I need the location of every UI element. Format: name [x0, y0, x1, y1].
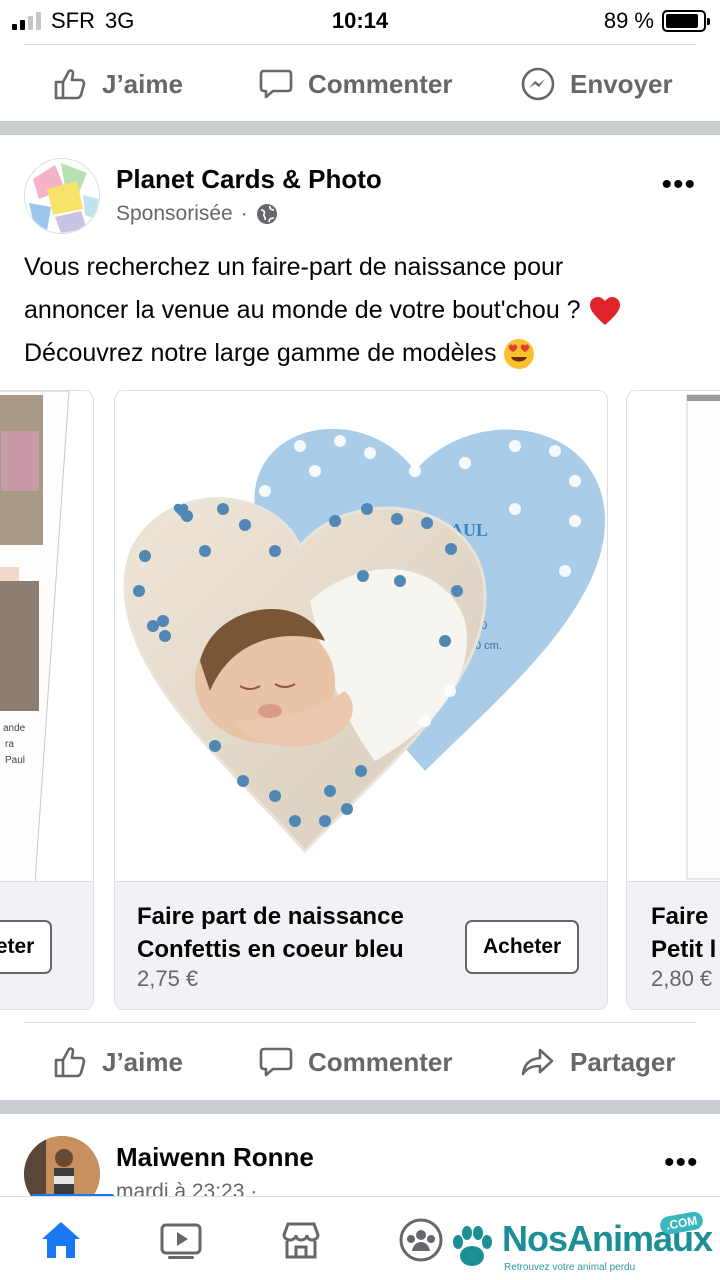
- product-image: ande ra Paul: [0, 391, 93, 884]
- page-name[interactable]: Planet Cards & Photo: [116, 164, 382, 195]
- svg-text:Paul: Paul: [5, 755, 25, 766]
- like-label: J’aime: [102, 1046, 183, 1077]
- like-label: J’aime: [102, 68, 183, 99]
- comment-icon: [259, 1047, 293, 1077]
- comment-label: Commenter: [308, 68, 453, 99]
- marketplace-icon: [282, 1222, 320, 1259]
- more-options-button[interactable]: •••: [664, 1146, 720, 1180]
- divider: [24, 44, 696, 45]
- tab-groups[interactable]: [396, 1215, 446, 1265]
- buy-button[interactable]: Acheter: [465, 920, 580, 974]
- watermark-tagline: Retrouvez votre animal perdu: [504, 1262, 636, 1273]
- divider: [24, 1022, 696, 1023]
- send-label: Envoyer: [570, 68, 673, 99]
- like-button[interactable]: J’aime: [52, 1024, 183, 1100]
- red-heart-icon: [589, 297, 620, 326]
- globe-icon: [256, 204, 277, 224]
- share-label: Partager: [570, 1046, 676, 1077]
- product-image: AUL 10 0 cm.: [115, 391, 607, 883]
- product-price: 2,75 €: [137, 966, 199, 991]
- buy-button[interactable]: heter: [0, 920, 53, 974]
- product-title: Faire Petit l: [651, 903, 717, 963]
- svg-text:ande: ande: [3, 723, 26, 734]
- battery-icon: [662, 10, 710, 32]
- thumbs-up-icon: [54, 1047, 86, 1078]
- post-actions: J’aime Commenter Partager: [0, 1024, 720, 1100]
- post-text-line: Découvrez notre large gamme de modèles: [24, 332, 700, 375]
- share-button[interactable]: Partager: [520, 1024, 676, 1100]
- groups-icon: [399, 1218, 443, 1262]
- post-text-line: annoncer la venue au monde de votre bout…: [24, 289, 700, 332]
- more-options-button[interactable]: •••: [661, 168, 696, 202]
- product-image: [627, 391, 720, 883]
- post-text: Vous recherchez un faire-part de naissan…: [24, 246, 700, 375]
- post-text-line: Vous recherchez un faire-part de naissan…: [24, 253, 564, 281]
- like-button[interactable]: J’aime: [52, 46, 183, 122]
- product-price: 2,80 €: [651, 966, 713, 991]
- watermark-logo: NosAnimaux Retrouvez votre animal perdu …: [444, 1210, 714, 1278]
- post-header: Planet Cards & Photo Sponsorisée · •••: [24, 158, 696, 234]
- battery-percent: 89 %: [603, 8, 654, 33]
- carousel-card[interactable]: ande ra Paul heter: [0, 390, 94, 1010]
- comment-button[interactable]: Commenter: [258, 46, 452, 122]
- comment-button[interactable]: Commenter: [258, 1024, 452, 1100]
- feed-separator: [0, 1100, 720, 1114]
- home-icon: [42, 1222, 80, 1258]
- tab-marketplace[interactable]: [276, 1215, 326, 1265]
- feed-separator: [0, 121, 720, 135]
- share-icon: [521, 1048, 554, 1076]
- status-bar: SFR 3G 10:14 89 %: [0, 0, 720, 40]
- author-name[interactable]: Maiwenn Ronne: [116, 1142, 314, 1173]
- video-icon: [160, 1223, 202, 1259]
- comment-label: Commenter: [308, 1046, 453, 1077]
- previous-post-actions: J’aime Commenter Envoyer: [0, 46, 720, 122]
- svg-text:0 cm.: 0 cm.: [475, 640, 502, 652]
- svg-text:ra: ra: [5, 739, 14, 750]
- post-meta: Sponsorisée ·: [116, 202, 278, 226]
- card-footer: Faire part de naissance Confettis en coe…: [115, 881, 607, 1009]
- tab-home[interactable]: [36, 1215, 86, 1265]
- heart-eyes-emoji-icon: [504, 339, 535, 370]
- tab-watch[interactable]: [156, 1215, 206, 1265]
- page-avatar[interactable]: [24, 158, 100, 234]
- comment-icon: [259, 69, 293, 99]
- card-footer: Faire Petit l 2,80 €: [627, 881, 720, 1009]
- product-title: Faire part de naissance Confettis en coe…: [137, 903, 404, 963]
- sponsored-label: Sponsorisée: [116, 202, 233, 225]
- card-footer: heter: [0, 881, 93, 1009]
- carousel-card[interactable]: AUL 10 0 cm.: [114, 390, 608, 1010]
- carousel-card[interactable]: Faire Petit l 2,80 €: [626, 390, 720, 1010]
- send-button[interactable]: Envoyer: [520, 46, 673, 122]
- messenger-icon: [521, 67, 555, 101]
- paw-icon: [453, 1226, 492, 1266]
- thumbs-up-icon: [54, 69, 86, 100]
